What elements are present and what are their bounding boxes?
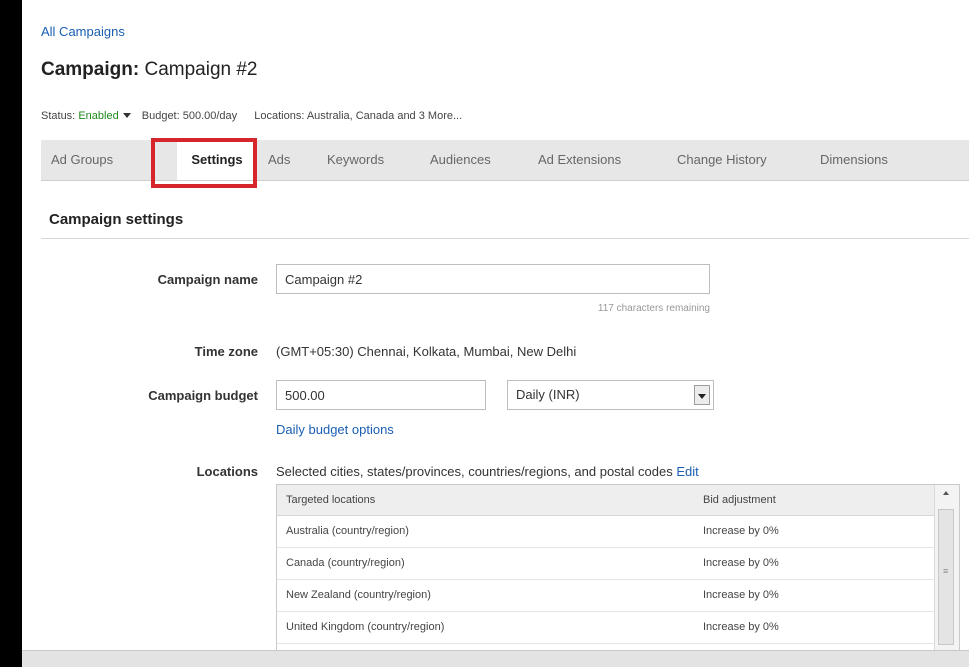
column-header-locations: Targeted locations <box>286 494 376 506</box>
budget-summary: Budget: 500.00/day <box>141 110 238 122</box>
locations-description: Selected cities, states/provinces, count… <box>276 464 673 479</box>
bid-cell: Increase by 0% <box>703 557 779 569</box>
targeted-locations-table: Targeted locations Bid adjustment Austra… <box>276 484 960 654</box>
tab-change-history[interactable]: Change History <box>677 140 767 180</box>
vertical-scrollbar[interactable]: ≡ <box>934 485 959 653</box>
characters-remaining: 117 characters remaining <box>597 303 710 314</box>
budget-period-select[interactable]: Daily (INR) <box>507 380 714 410</box>
campaign-tabs: Ad Groups Settings Ads Keywords Audience… <box>41 140 969 181</box>
locations-summary-text: Selected cities, states/provinces, count… <box>276 464 699 479</box>
bid-cell: Increase by 0% <box>703 621 779 633</box>
chevron-down-icon[interactable] <box>122 113 131 119</box>
time-zone-label: Time zone <box>194 344 258 359</box>
tab-dimensions[interactable]: Dimensions <box>820 140 888 180</box>
tab-ad-extensions[interactable]: Ad Extensions <box>538 140 621 180</box>
campaign-budget-label: Campaign budget <box>148 388 258 403</box>
tab-keywords[interactable]: Keywords <box>327 140 384 180</box>
edit-locations-link[interactable]: Edit <box>676 464 698 479</box>
page-title: Campaign: Campaign #2 <box>41 59 258 81</box>
time-zone-value: (GMT+05:30) Chennai, Kolkata, Mumbai, Ne… <box>276 344 577 359</box>
status-summary: Status: Enabled Budget: 500.00/day Locat… <box>41 110 462 122</box>
status-label: Status: <box>41 110 76 122</box>
campaign-name-label: Campaign name <box>157 272 258 287</box>
locations-summary: Locations: Australia, Canada and 3 More.… <box>254 110 463 122</box>
location-cell: New Zealand (country/region) <box>286 589 431 601</box>
campaign-budget-input[interactable] <box>276 380 486 410</box>
bid-cell: Increase by 0% <box>703 525 779 537</box>
budget-period-value: Daily (INR) <box>516 387 580 402</box>
table-row: New Zealand (country/region) Increase by… <box>277 579 935 612</box>
tab-ad-groups[interactable]: Ad Groups <box>51 140 113 180</box>
table-row: United Kingdom (country/region) Increase… <box>277 611 935 644</box>
table-row: Canada (country/region) Increase by 0% <box>277 547 935 580</box>
grip-icon: ≡ <box>943 566 949 576</box>
tab-settings[interactable]: Settings <box>177 140 257 180</box>
tab-ads[interactable]: Ads <box>268 140 290 180</box>
section-title: Campaign settings <box>49 211 184 228</box>
scroll-up-arrow-icon[interactable] <box>943 491 949 495</box>
campaign-name-input[interactable] <box>276 264 710 294</box>
page-title-name: Campaign #2 <box>144 59 258 80</box>
table-row: Australia (country/region) Increase by 0… <box>277 515 935 548</box>
breadcrumb-all-campaigns[interactable]: All Campaigns <box>41 24 125 39</box>
bid-cell: Increase by 0% <box>703 589 779 601</box>
section-divider <box>41 238 969 239</box>
page-title-label: Campaign: <box>41 59 140 80</box>
dropdown-arrow-icon[interactable] <box>694 385 710 405</box>
location-cell: Australia (country/region) <box>286 525 409 537</box>
campaign-settings-panel: All Campaigns Campaign: Campaign #2 Stat… <box>22 0 969 667</box>
status-value[interactable]: Enabled <box>78 110 118 122</box>
locations-label: Locations <box>196 464 258 479</box>
table-header: Targeted locations Bid adjustment <box>277 485 935 516</box>
bottom-bar <box>22 650 969 667</box>
daily-budget-options-link[interactable]: Daily budget options <box>276 422 394 437</box>
location-cell: United Kingdom (country/region) <box>286 621 445 633</box>
tab-audiences[interactable]: Audiences <box>430 140 491 180</box>
column-header-bid: Bid adjustment <box>703 494 776 506</box>
scrollbar-thumb[interactable]: ≡ <box>938 509 954 645</box>
location-cell: Canada (country/region) <box>286 557 405 569</box>
